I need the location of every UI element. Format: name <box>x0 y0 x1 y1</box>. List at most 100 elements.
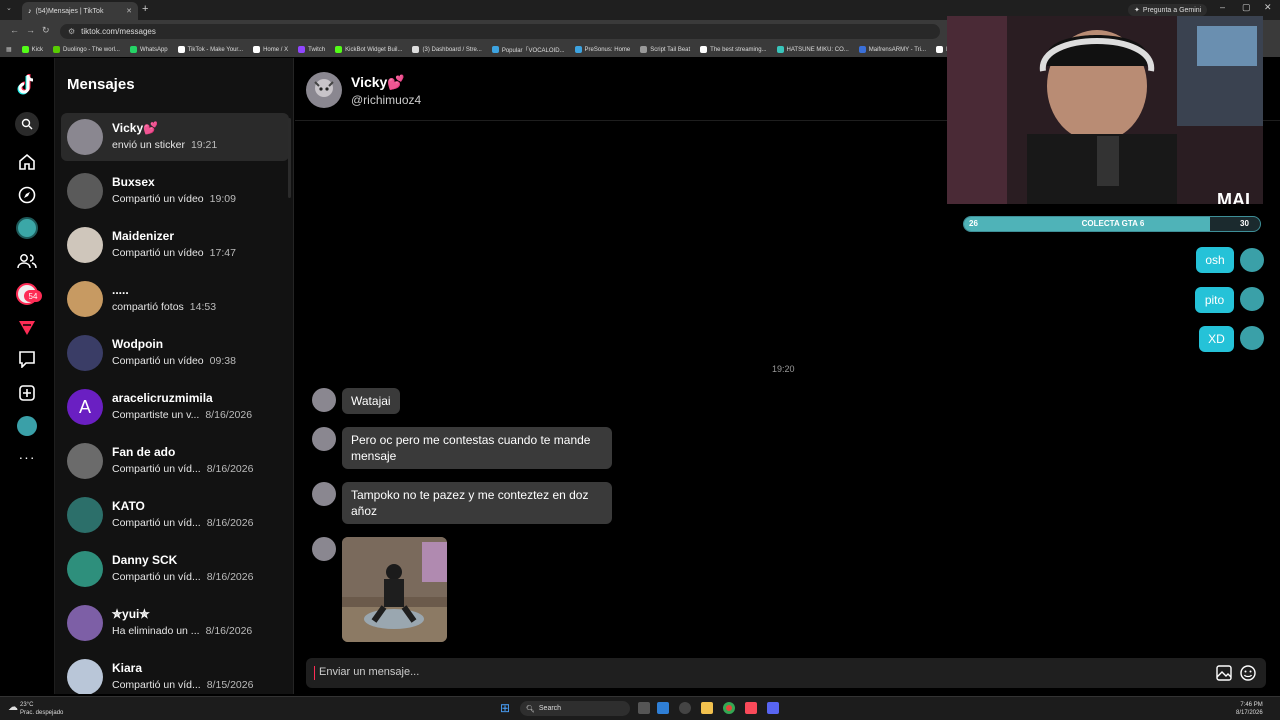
new-tab-icon[interactable]: + <box>142 3 148 15</box>
bookmark-favicon-icon <box>936 46 943 53</box>
bookmark-item[interactable]: Duolingo - The worl... <box>53 46 120 53</box>
messages-icon[interactable] <box>14 346 40 372</box>
bookmark-favicon-icon <box>574 46 582 53</box>
conversation-time: 19:21 <box>190 139 218 151</box>
conversation-item[interactable]: Buxsex Compartió un vídeo 19:09 <box>61 167 289 215</box>
more-icon[interactable]: ··· <box>14 444 40 470</box>
bookmark-label: (3) Dashboard / Stre... <box>422 46 482 53</box>
chat-username[interactable]: @richimuoz4 <box>351 93 421 107</box>
conversation-preview: Compartió un vídeo <box>112 355 204 367</box>
image-upload-icon[interactable] <box>1216 665 1232 686</box>
message-input[interactable]: Enviar un mensaje... <box>306 658 1266 688</box>
close-tab-icon[interactable]: ✕ <box>126 7 132 15</box>
bookmark-item[interactable]: Script Tail Beat <box>640 46 690 53</box>
bookmark-item[interactable]: PreSonus: Home <box>574 46 630 53</box>
tiktok-nav-rail: ··· <box>0 58 54 694</box>
chrome-icon[interactable] <box>723 702 735 714</box>
conversation-avatar <box>67 497 103 533</box>
message-avatar[interactable] <box>312 482 336 506</box>
bookmark-item[interactable]: Popular「VOCALOID... <box>491 45 565 54</box>
music-app-icon[interactable] <box>745 702 757 714</box>
conversation-preview: Compartió un víd... <box>112 571 201 583</box>
conversation-item[interactable]: Vicky💕 envió un sticker 19:21 <box>61 113 289 161</box>
sticker-image[interactable] <box>342 537 447 642</box>
github-icon[interactable] <box>679 702 691 714</box>
bookmark-item[interactable]: Home / X <box>253 46 288 53</box>
conversation-item[interactable]: Maidenizer Compartió un vídeo 17:47 <box>61 221 289 269</box>
search-icon[interactable] <box>14 111 40 137</box>
task-view-icon[interactable] <box>638 702 650 714</box>
weather-widget[interactable]: 23°C Prac. despejado <box>20 701 63 717</box>
sent-message-avatar[interactable] <box>1240 287 1264 311</box>
start-icon[interactable]: ⊞ <box>500 701 510 715</box>
conversation-item[interactable]: Fan de ado Compartió un víd... 8/16/2026 <box>61 437 289 485</box>
maximize-icon[interactable]: ▢ <box>1242 2 1251 13</box>
received-message: Pero oc pero me contestas cuando te mand… <box>342 427 612 469</box>
tiktok-logo-icon[interactable] <box>14 72 40 98</box>
conversation-time: 19:09 <box>209 193 236 205</box>
tab-tiktok-messages[interactable]: ♪ (54)Mensajes | TikTok ✕ <box>22 2 138 20</box>
received-message: Watajai <box>342 388 400 414</box>
conversation-preview-line: Compartió un vídeo 09:38 <box>112 355 236 367</box>
bookmark-item[interactable]: (3) Dashboard / Stre... <box>412 46 482 53</box>
apps-grid-icon[interactable]: ▦ <box>6 46 12 53</box>
chat-name[interactable]: Vicky💕 <box>351 74 405 91</box>
bookmark-item[interactable]: Twitch <box>298 46 325 53</box>
conversation-scrollbar[interactable] <box>288 118 291 198</box>
discord-icon[interactable] <box>767 702 779 714</box>
conversation-item[interactable]: KATO Compartió un víd... 8/16/2026 <box>61 491 289 539</box>
sent-message-avatar[interactable] <box>1240 248 1264 272</box>
close-window-icon[interactable]: ✕ <box>1264 2 1272 13</box>
system-clock[interactable]: 7:46 PM 8/17/2026 <box>1236 701 1263 717</box>
bookmark-item[interactable]: WhatsApp <box>129 46 168 53</box>
conversation-preview: Compartió un víd... <box>112 679 201 691</box>
bookmark-item[interactable]: Kick <box>21 46 43 53</box>
explore-icon[interactable] <box>14 182 40 208</box>
bookmark-item[interactable]: KickBot Widget Buil... <box>335 46 402 53</box>
conversation-item[interactable]: ..... compartió fotos 14:53 <box>61 275 289 323</box>
conversation-item[interactable]: Aaracelicruzmimila Compartiste un v... 8/1… <box>61 383 289 431</box>
chat-avatar[interactable] <box>306 72 342 108</box>
temperature: 23°C <box>20 702 34 708</box>
taskbar-search[interactable]: 🔍︎ Search <box>520 701 630 716</box>
emoji-icon[interactable] <box>1240 665 1256 686</box>
file-explorer-icon[interactable] <box>701 702 713 714</box>
conversation-avatar <box>67 605 103 641</box>
sent-message-avatar[interactable] <box>1240 326 1264 350</box>
conversation-item[interactable]: ✮yui✮ Ha eliminado un ... 8/16/2026 <box>61 599 289 647</box>
conversations-panel: Mensajes Vicky💕 envió un sticker 19:21 Buxs… <box>54 58 294 694</box>
conversation-item[interactable]: Danny SCK Compartió un víd... 8/16/2026 <box>61 545 289 593</box>
sent-message: pito <box>1195 287 1234 313</box>
bookmark-item[interactable]: TikTok - Make Your... <box>177 46 243 53</box>
conversation-item[interactable]: Kiara Compartió un víd... 8/15/2026 <box>61 653 289 694</box>
edge-icon[interactable] <box>657 702 669 714</box>
site-info-icon[interactable]: ⚙ <box>68 27 75 36</box>
url-field[interactable]: ⚙ tiktok.com/messages <box>60 24 940 39</box>
tab-list-icon[interactable]: ⌄ <box>6 4 12 12</box>
conversation-avatar <box>67 281 103 317</box>
following-avatar-icon[interactable] <box>14 215 40 241</box>
forward-icon[interactable]: → <box>26 25 35 35</box>
profile-avatar-icon[interactable] <box>14 413 40 439</box>
message-avatar[interactable] <box>312 427 336 451</box>
friends-icon[interactable] <box>14 248 40 274</box>
back-icon[interactable]: ← <box>10 25 19 35</box>
home-icon[interactable] <box>14 149 40 175</box>
conversation-name: aracelicruzmimila <box>112 391 213 405</box>
conversation-avatar <box>67 173 103 209</box>
upload-arrow-icon[interactable] <box>14 315 40 341</box>
conversation-item[interactable]: Wodpoin Compartió un vídeo 09:38 <box>61 329 289 377</box>
message-avatar[interactable] <box>312 388 336 412</box>
create-icon[interactable] <box>14 380 40 406</box>
message-avatar[interactable] <box>312 537 336 561</box>
bookmark-item[interactable]: MaifrensARMY - Tri... <box>858 46 926 53</box>
reload-icon[interactable]: ↻ <box>42 25 50 36</box>
conversation-name: KATO <box>112 499 145 513</box>
weather-icon[interactable]: ☁ <box>8 702 18 713</box>
conversation-preview-line: Compartió un víd... 8/16/2026 <box>112 571 253 583</box>
bookmark-item[interactable]: The best streaming... <box>700 46 767 53</box>
gemini-button[interactable]: ✦ Pregunta a Gemini <box>1128 4 1208 16</box>
conversation-name: Danny SCK <box>112 553 178 567</box>
minimize-icon[interactable]: – <box>1220 2 1225 12</box>
bookmark-item[interactable]: HATSUNE MIKU: CO... <box>776 46 849 53</box>
